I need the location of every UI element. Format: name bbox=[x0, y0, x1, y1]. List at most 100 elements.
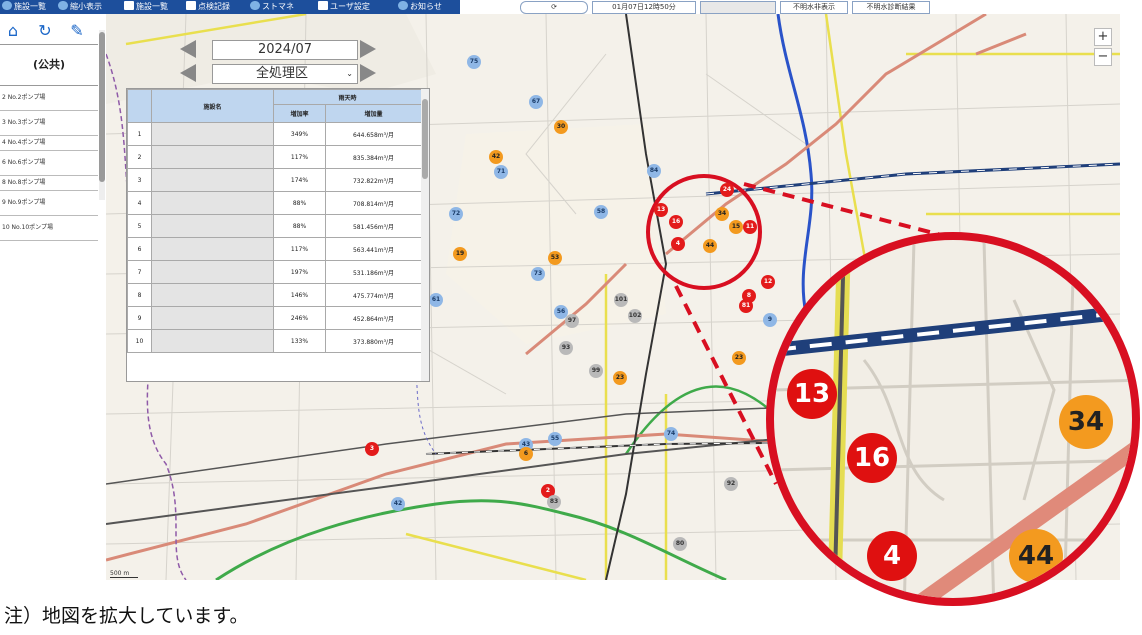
map-marker[interactable]: 23 bbox=[613, 371, 627, 385]
table-scrollbar[interactable] bbox=[421, 89, 429, 381]
map-marker[interactable]: 74 bbox=[664, 427, 678, 441]
toolbar-item-shrink-view[interactable]: 縮小表示 bbox=[58, 1, 102, 13]
toolbar-item-notice[interactable]: お知らせ bbox=[398, 1, 442, 13]
month-field[interactable]: 2024/07 bbox=[212, 40, 358, 60]
table-row[interactable]: 2 117% 835.384m³/月 bbox=[127, 145, 423, 169]
toolbar-item-label: お知らせ bbox=[410, 2, 442, 11]
pencil-icon bbox=[124, 1, 134, 10]
unknown-water-diagnosis-button[interactable]: 不明水診断結果 bbox=[852, 1, 930, 14]
table-row[interactable]: 4 88% 708.814m³/月 bbox=[127, 191, 423, 215]
list-item[interactable]: 10 No.10ポンプ場 bbox=[0, 216, 98, 241]
home-icon[interactable]: ⌂ bbox=[4, 22, 22, 40]
map-marker[interactable]: 67 bbox=[529, 95, 543, 109]
table-row[interactable]: 5 88% 581.456m³/月 bbox=[127, 214, 423, 238]
map-marker[interactable]: 15 bbox=[729, 220, 743, 234]
edit-icon[interactable]: ✎ bbox=[68, 22, 86, 40]
scroll-thumb[interactable] bbox=[422, 99, 428, 179]
prev-month-button[interactable] bbox=[180, 40, 196, 58]
map-marker[interactable]: 23 bbox=[732, 351, 746, 365]
zoom-out-button[interactable]: − bbox=[1094, 48, 1112, 66]
table-row[interactable]: 6 117% 563.441m³/月 bbox=[127, 237, 423, 261]
toolbar-item-label: ストマネ bbox=[262, 2, 294, 11]
next-month-button[interactable] bbox=[360, 40, 376, 58]
map-marker[interactable]: 81 bbox=[739, 299, 753, 313]
district-select[interactable]: 全処理区 ⌄ bbox=[212, 64, 358, 84]
toolbar-item-label: 施設一覧 bbox=[14, 2, 46, 11]
cell-name bbox=[151, 214, 274, 238]
map-marker[interactable]: 3 bbox=[365, 442, 379, 456]
map-marker[interactable]: 53 bbox=[548, 251, 562, 265]
scroll-thumb[interactable] bbox=[99, 32, 105, 182]
cell-rate: 197% bbox=[273, 260, 326, 284]
left-scrollbar[interactable] bbox=[99, 30, 105, 200]
cell-name bbox=[151, 329, 274, 353]
map-marker[interactable]: 16 bbox=[669, 215, 683, 229]
map-marker[interactable]: 4 bbox=[671, 237, 685, 251]
map-marker[interactable]: 83 bbox=[547, 495, 561, 509]
cell-rate: 146% bbox=[273, 283, 326, 307]
cell-rate: 88% bbox=[273, 214, 326, 238]
cell-name bbox=[151, 260, 274, 284]
map-marker[interactable]: 73 bbox=[531, 267, 545, 281]
table-row[interactable]: 3 174% 732.822m³/月 bbox=[127, 168, 423, 192]
map-marker[interactable]: 19 bbox=[453, 247, 467, 261]
toolbar-item-facility-list-2[interactable]: 施設一覧 bbox=[124, 1, 168, 13]
zoom-marker: 13 bbox=[787, 369, 837, 419]
map-marker[interactable]: 102 bbox=[628, 309, 642, 323]
map-marker[interactable]: 75 bbox=[467, 55, 481, 69]
cell-amount: 644.658m³/月 bbox=[324, 122, 423, 146]
map-marker[interactable]: 11 bbox=[743, 220, 757, 234]
table-row[interactable]: 10 133% 373.880m³/月 bbox=[127, 329, 423, 353]
map-marker[interactable]: 97 bbox=[565, 314, 579, 328]
map-marker[interactable]: 24 bbox=[720, 183, 734, 197]
list-item[interactable]: 8 No.8ポンプ場 bbox=[0, 176, 98, 191]
map-marker[interactable]: 71 bbox=[494, 165, 508, 179]
map-marker[interactable]: 84 bbox=[647, 164, 661, 178]
cell-no: 10 bbox=[127, 329, 152, 353]
map-marker[interactable]: 55 bbox=[548, 432, 562, 446]
map-marker[interactable]: 30 bbox=[554, 120, 568, 134]
map-marker[interactable]: 44 bbox=[703, 239, 717, 253]
map-marker[interactable]: 34 bbox=[715, 207, 729, 221]
map-marker[interactable]: 6 bbox=[519, 447, 533, 461]
table-row[interactable]: 8 146% 475.774m³/月 bbox=[127, 283, 423, 307]
list-item[interactable]: 2 No.2ポンプ場 bbox=[0, 86, 98, 111]
clipboard-icon bbox=[186, 1, 196, 10]
cell-amount: 708.814m³/月 bbox=[324, 191, 423, 215]
cell-no: 4 bbox=[127, 191, 152, 215]
toolbar-item-inspection-record[interactable]: 点検記録 bbox=[186, 1, 230, 13]
list-item[interactable]: 9 No.9ポンプ場 bbox=[0, 191, 98, 216]
toolbar-item-facility-list[interactable]: 施設一覧 bbox=[2, 1, 46, 13]
update-button[interactable]: ⟳ bbox=[520, 1, 588, 14]
map-marker[interactable]: 101 bbox=[614, 293, 628, 307]
table-row[interactable]: 9 246% 452.864m³/月 bbox=[127, 306, 423, 330]
list-item[interactable]: 4 No.4ポンプ場 bbox=[0, 136, 98, 151]
map-marker[interactable]: 42 bbox=[489, 150, 503, 164]
prev-district-button[interactable] bbox=[180, 64, 196, 82]
map-marker[interactable]: 61 bbox=[429, 293, 443, 307]
map-marker[interactable]: 12 bbox=[761, 275, 775, 289]
map-marker[interactable]: 58 bbox=[594, 205, 608, 219]
cell-name bbox=[151, 122, 274, 146]
map-marker[interactable]: 13 bbox=[654, 203, 668, 217]
map-marker[interactable]: 80 bbox=[673, 537, 687, 551]
map-marker[interactable]: 72 bbox=[449, 207, 463, 221]
toolbar-item-stock-management[interactable]: ストマネ bbox=[250, 1, 294, 13]
table-row[interactable]: 7 197% 531.186m³/月 bbox=[127, 260, 423, 284]
table-row[interactable]: 1 349% 644.658m³/月 bbox=[127, 122, 423, 146]
hide-unknown-water-button[interactable]: 不明水非表示 bbox=[780, 1, 848, 14]
zoom-in-button[interactable]: + bbox=[1094, 28, 1112, 46]
list-item[interactable]: 6 No.6ポンプ場 bbox=[0, 151, 98, 176]
map-marker[interactable]: 99 bbox=[589, 364, 603, 378]
cell-amount: 452.864m³/月 bbox=[324, 306, 423, 330]
toolbar-item-user-settings[interactable]: ユーザ設定 bbox=[318, 1, 370, 13]
list-item[interactable]: 3 No.3ポンプ場 bbox=[0, 111, 98, 136]
next-district-button[interactable] bbox=[360, 64, 376, 82]
cell-no: 1 bbox=[127, 122, 152, 146]
col-name-header: 施設名 bbox=[151, 89, 274, 123]
map-marker[interactable]: 92 bbox=[724, 477, 738, 491]
map-marker[interactable]: 42 bbox=[391, 497, 405, 511]
map-marker[interactable]: 93 bbox=[559, 341, 573, 355]
refresh-icon[interactable]: ↻ bbox=[36, 22, 54, 40]
cell-name bbox=[151, 168, 274, 192]
